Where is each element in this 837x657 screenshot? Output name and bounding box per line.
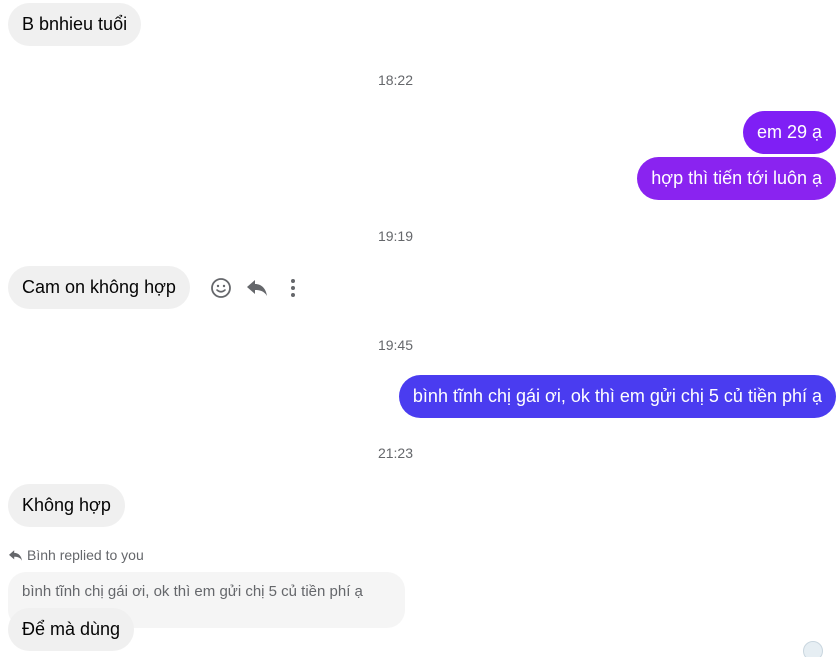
timestamp: 18:22 — [377, 72, 414, 88]
conversation: B bnhieu tuổi 18:22 em 29 ạ hợp thì tiến… — [0, 0, 837, 657]
message-outgoing[interactable]: bình tĩnh chị gái ơi, ok thì em gửi chị … — [398, 375, 836, 418]
message-incoming[interactable]: Để mà dùng — [8, 608, 135, 651]
reply-arrow-icon — [247, 280, 267, 296]
reply-indicator-label: Bình replied to you — [27, 547, 144, 563]
message-incoming[interactable]: B bnhieu tuổi — [8, 3, 142, 46]
message-outgoing[interactable]: hợp thì tiến tới luôn ạ — [637, 157, 836, 200]
smiley-icon — [211, 278, 231, 298]
reply-button[interactable] — [244, 275, 270, 301]
more-vertical-icon — [291, 279, 295, 297]
message-actions — [208, 274, 306, 302]
quoted-message-text: bình tĩnh chị gái ơi, ok thì em gửi chị … — [22, 583, 363, 600]
message-outgoing[interactable]: em 29 ạ — [742, 111, 836, 154]
reply-arrow-icon — [9, 549, 22, 561]
reply-indicator: Bình replied to you — [8, 547, 144, 563]
timestamp: 21:23 — [377, 445, 414, 461]
more-options-button[interactable] — [280, 275, 306, 301]
message-incoming[interactable]: Cam on không hợp — [8, 266, 190, 309]
react-button[interactable] — [208, 275, 234, 301]
message-incoming[interactable]: Không hợp — [8, 484, 125, 527]
timestamp: 19:45 — [377, 337, 414, 353]
scroll-indicator[interactable] — [803, 641, 823, 657]
timestamp: 19:19 — [377, 228, 414, 244]
